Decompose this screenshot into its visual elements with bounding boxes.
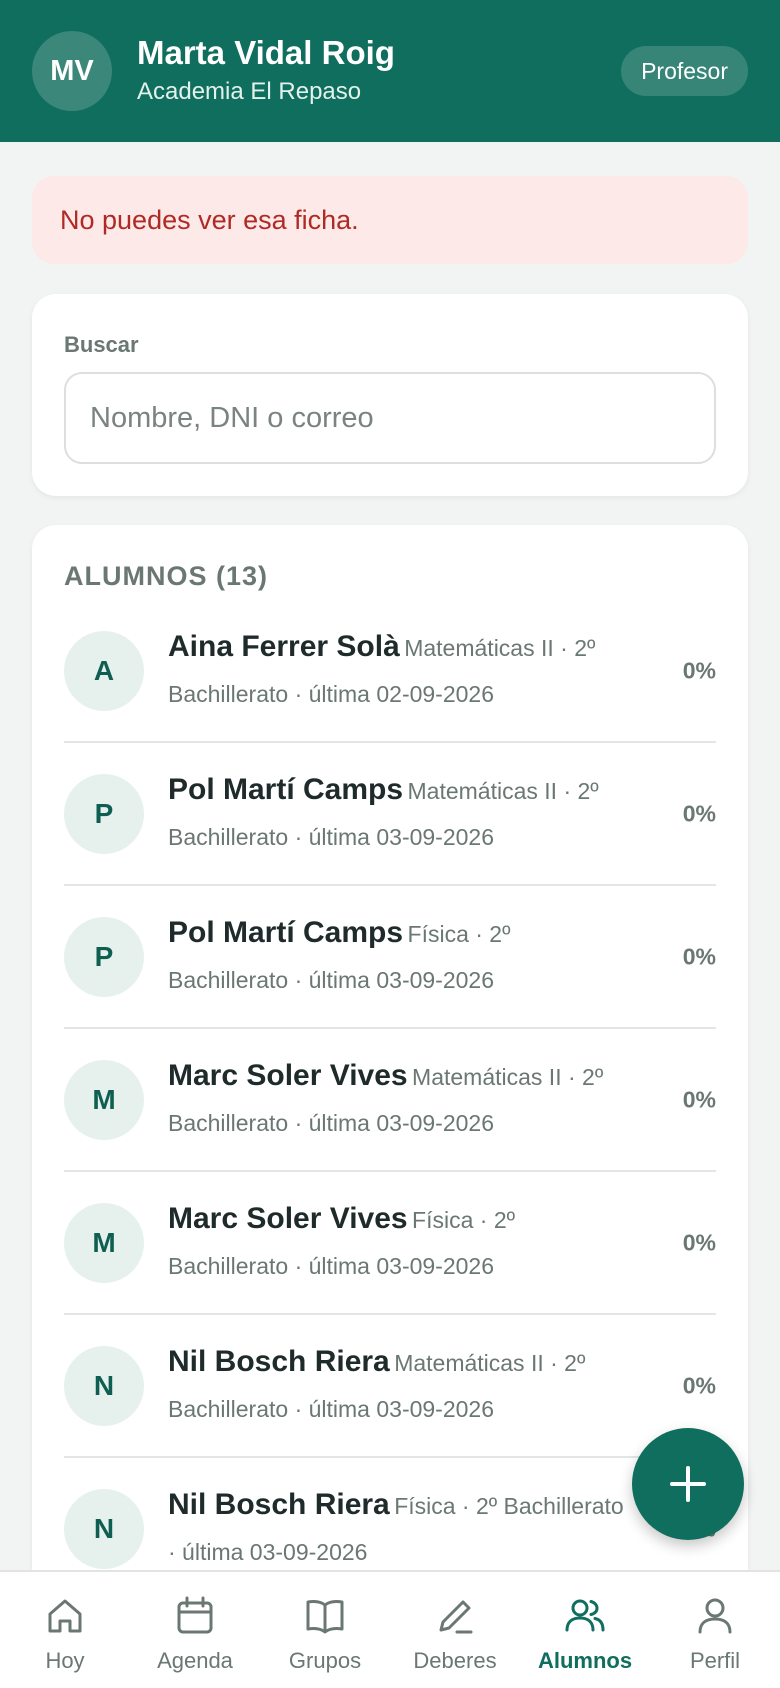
nav-label: Perfil	[689, 1648, 741, 1673]
list-title: ALUMNOS (13)	[64, 561, 269, 591]
student-name: Aina Ferrer Solà	[168, 629, 400, 663]
student-avatar: N	[64, 1345, 144, 1426]
add-student-button[interactable]	[632, 1428, 744, 1540]
users-icon	[565, 1599, 605, 1632]
list-item[interactable]: P Pol Martí Camps Física · 2º Bachillera…	[64, 886, 716, 1029]
user-name: Marta Vidal Roig	[137, 34, 395, 71]
pencil-icon	[439, 1600, 473, 1634]
nav-label: Agenda	[157, 1648, 233, 1673]
student-subject: Matemáticas II · 2º	[404, 634, 596, 661]
student-progress: 0%	[682, 943, 716, 969]
student-avatar: M	[64, 1202, 144, 1283]
student-list: A Aina Ferrer Solà Matemáticas II · 2º B…	[64, 600, 716, 1601]
student-avatar: P	[64, 916, 144, 997]
student-meta: Bachillerato · última 03-09-2026	[168, 1395, 495, 1422]
nav-item-alumnos[interactable]: Alumnos	[520, 1572, 650, 1688]
student-subject: Física · 2º	[412, 1206, 516, 1233]
nav-label: Deberes	[413, 1648, 497, 1673]
nav-item-agenda[interactable]: Agenda	[130, 1572, 260, 1688]
student-avatar: P	[64, 773, 144, 854]
list-item[interactable]: A Aina Ferrer Solà Matemáticas II · 2º B…	[64, 600, 716, 743]
search-label: Buscar	[64, 332, 139, 357]
error-alert: No puedes ver esa ficha.	[32, 176, 748, 264]
student-name: Pol Martí Camps	[168, 772, 404, 806]
user-icon	[698, 1598, 732, 1634]
calendar-icon	[177, 1596, 213, 1634]
plus-icon	[670, 1466, 706, 1502]
home-icon	[48, 1599, 82, 1633]
nav-item-deberes[interactable]: Deberes	[390, 1572, 520, 1688]
alert-message: No puedes ver esa ficha.	[60, 204, 359, 235]
user-info: Marta Vidal Roig Academia El Repaso	[137, 33, 621, 109]
list-item[interactable]: N Nil Bosch Riera Matemáticas II · 2º Ba…	[64, 1315, 716, 1458]
student-subject: Matemáticas II · 2º	[407, 777, 599, 804]
nav-label: Alumnos	[537, 1648, 633, 1673]
nav-label: Hoy	[45, 1648, 85, 1673]
list-item[interactable]: M Marc Soler Vives Matemáticas II · 2º B…	[64, 1029, 716, 1172]
student-subject: Física · 2º	[407, 920, 511, 947]
list-item[interactable]: M Marc Soler Vives Física · 2º Bachiller…	[64, 1172, 716, 1315]
nav-label: Grupos	[288, 1648, 362, 1673]
search-card: Buscar	[32, 294, 748, 496]
bottom-nav: Hoy Agenda Grupos Deberes Alumnos Perfil	[0, 1570, 780, 1688]
student-meta: Bachillerato · última 02-09-2026	[168, 680, 495, 707]
search-input[interactable]	[64, 372, 716, 464]
student-meta: Bachillerato · última 03-09-2026	[168, 966, 495, 993]
organization-name: Academia El Repaso	[137, 78, 362, 105]
role-badge[interactable]: Profesor	[621, 46, 748, 96]
app-header: MV Marta Vidal Roig Academia El Repaso P…	[0, 0, 780, 142]
student-subject: Matemáticas II · 2º	[412, 1063, 604, 1090]
student-subject: Física · 2º Bachillerato	[394, 1492, 624, 1519]
student-meta: Bachillerato · última 03-09-2026	[168, 823, 495, 850]
student-name: Marc Soler Vives	[168, 1058, 408, 1092]
student-progress: 0%	[682, 1086, 716, 1112]
nav-item-hoy[interactable]: Hoy	[0, 1572, 130, 1688]
student-avatar: M	[64, 1059, 144, 1140]
student-progress: 0%	[682, 657, 716, 683]
student-name: Marc Soler Vives	[168, 1201, 408, 1235]
nav-item-perfil[interactable]: Perfil	[650, 1572, 780, 1688]
student-progress: 0%	[682, 1372, 716, 1398]
student-progress: 0%	[682, 1229, 716, 1255]
book-icon	[306, 1599, 344, 1634]
student-subject: Matemáticas II · 2º	[394, 1349, 586, 1376]
nav-item-grupos[interactable]: Grupos	[260, 1572, 390, 1688]
student-name: Nil Bosch Riera	[168, 1487, 390, 1521]
student-meta: Bachillerato · última 03-09-2026	[168, 1252, 495, 1279]
list-item[interactable]: P Pol Martí Camps Matemáticas II · 2º Ba…	[64, 743, 716, 886]
student-avatar: A	[64, 630, 144, 711]
student-progress: 0%	[682, 800, 716, 826]
student-avatar: N	[64, 1488, 144, 1569]
student-meta: · última 03-09-2026	[168, 1538, 368, 1565]
student-name: Pol Martí Camps	[168, 915, 404, 949]
student-name: Nil Bosch Riera	[168, 1344, 390, 1378]
avatar[interactable]: MV	[32, 31, 112, 111]
student-meta: Bachillerato · última 03-09-2026	[168, 1109, 495, 1136]
